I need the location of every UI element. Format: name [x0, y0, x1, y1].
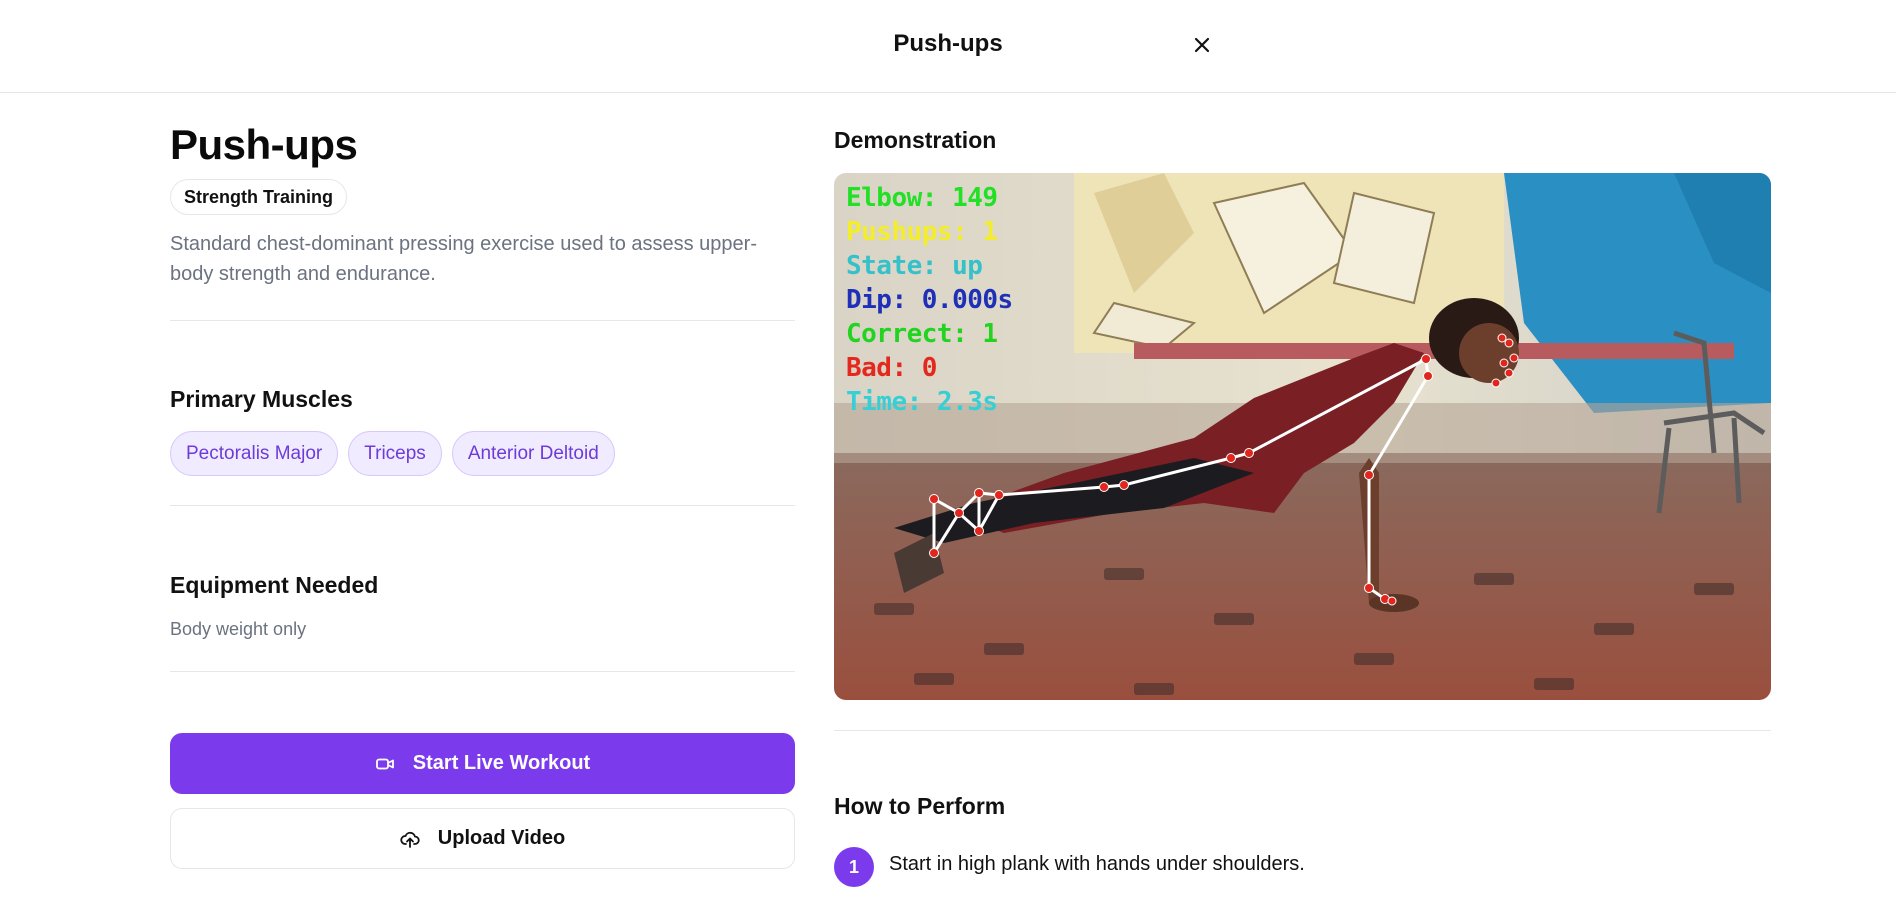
- modal-title: Push-ups: [893, 30, 1003, 57]
- overlay-elbow: Elbow: 149: [846, 183, 998, 213]
- primary-muscles-heading: Primary Muscles: [170, 386, 353, 412]
- demonstration-heading: Demonstration: [834, 127, 997, 153]
- overlay-correct: Correct: 1: [846, 319, 998, 349]
- start-live-workout-label: Start Live Workout: [412, 752, 591, 774]
- step-number: 1: [834, 847, 874, 887]
- muscle-chip-list: Pectoralis Major Triceps Anterior Deltoi…: [170, 431, 615, 476]
- exercise-title: Push-ups: [170, 121, 358, 168]
- muscle-chip: Triceps: [348, 431, 442, 476]
- overlay-pushups: Pushups: 1: [846, 217, 998, 247]
- upload-video-button[interactable]: Upload Video: [170, 808, 795, 869]
- close-icon: [1194, 37, 1210, 53]
- overlay-state: State: up: [846, 251, 983, 281]
- close-button[interactable]: [1186, 29, 1218, 61]
- modal-header: Push-ups: [0, 0, 1896, 93]
- demonstration-video[interactable]: Elbow: 149 Pushups: 1 State: up Dip: 0.0…: [834, 173, 1771, 700]
- pose-stats-overlay: Elbow: 149 Pushups: 1 State: up Dip: 0.0…: [846, 181, 1013, 419]
- overlay-time: Time: 2.3s: [846, 387, 998, 417]
- overlay-bad: Bad: 0: [846, 353, 937, 383]
- upload-video-label: Upload Video: [437, 827, 566, 849]
- start-live-workout-button[interactable]: Start Live Workout: [170, 733, 795, 794]
- step-text: Start in high plank with hands under sho…: [889, 853, 1305, 875]
- equipment-heading: Equipment Needed: [170, 572, 379, 598]
- divider: [834, 730, 1771, 731]
- video-camera-icon: [375, 754, 395, 774]
- how-to-perform-heading: How to Perform: [834, 793, 1006, 819]
- muscle-chip: Anterior Deltoid: [451, 431, 615, 476]
- equipment-value: Body weight only: [170, 619, 307, 639]
- cloud-upload-icon: [400, 829, 420, 849]
- instruction-step: 1 Start in high plank with hands under s…: [834, 847, 1305, 887]
- muscle-chip: Pectoralis Major: [170, 431, 339, 476]
- divider: [170, 505, 795, 506]
- category-badge: Strength Training: [170, 179, 348, 215]
- divider: [170, 671, 795, 672]
- divider: [170, 320, 795, 321]
- overlay-dip: Dip: 0.000s: [846, 285, 1013, 315]
- exercise-description: Standard chest-dominant pressing exercis…: [170, 233, 757, 285]
